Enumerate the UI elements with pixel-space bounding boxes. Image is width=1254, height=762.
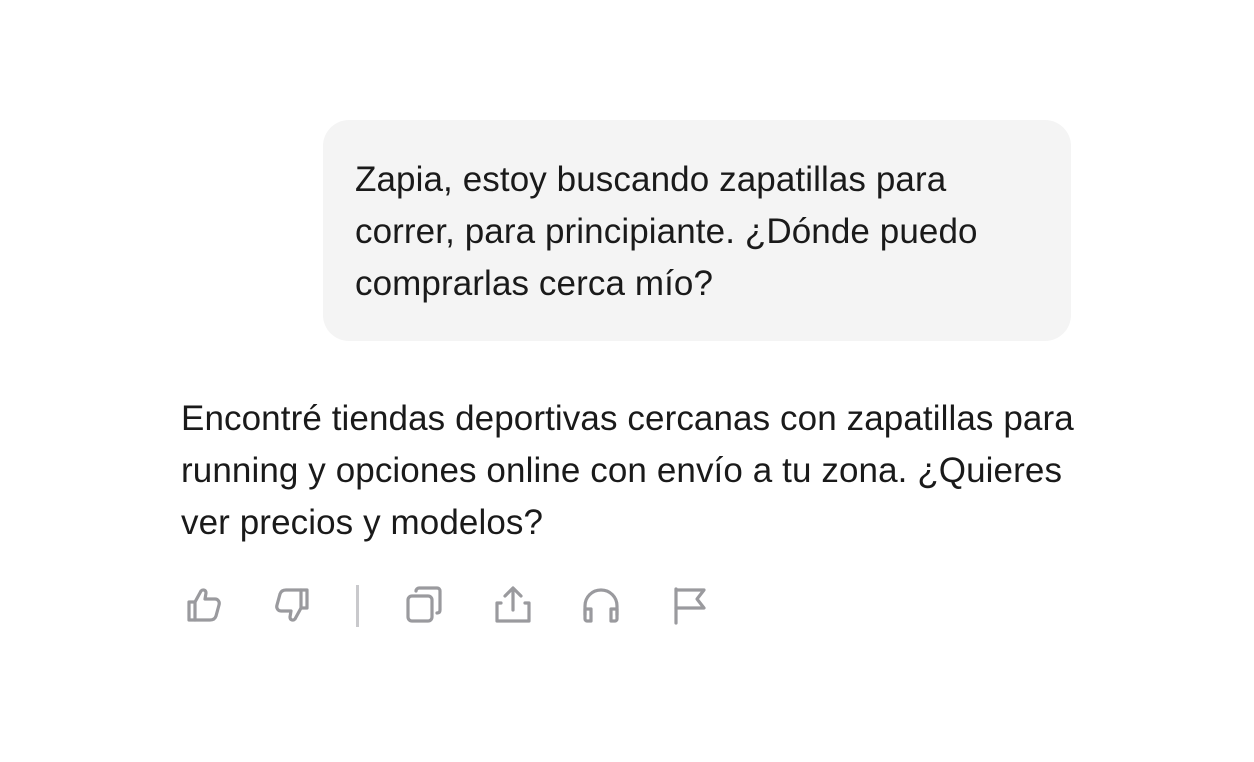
assistant-message-text: Encontré tiendas deportivas cercanas con… [181,399,1074,542]
flag-icon [674,587,706,625]
share-button[interactable] [490,582,536,628]
user-message-bubble: Zapia, estoy buscando zapatillas para co… [323,120,1071,341]
copy-icon [406,586,442,623]
report-button[interactable] [667,582,713,628]
action-divider [356,585,359,627]
like-button[interactable] [181,582,227,628]
thumbs-down-icon [275,588,309,622]
copy-button[interactable] [401,582,447,628]
share-icon [495,586,531,623]
headphones-icon [583,588,619,623]
message-action-bar [181,582,741,630]
listen-button[interactable] [578,582,624,628]
user-message-text: Zapia, estoy buscando zapatillas para co… [355,160,978,303]
thumbs-up-icon [187,588,221,622]
dislike-button[interactable] [269,582,315,628]
